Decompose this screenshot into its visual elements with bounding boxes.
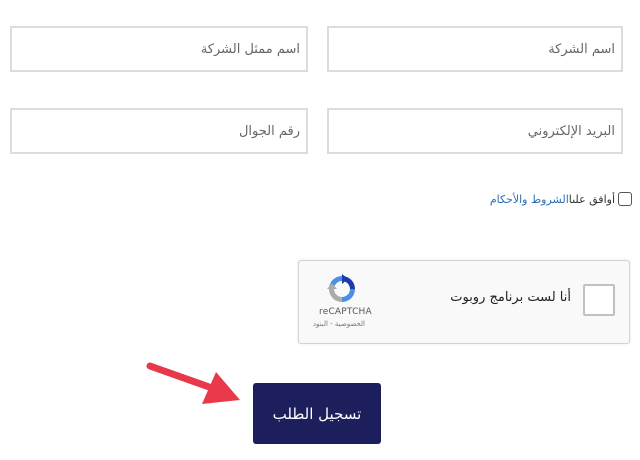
recaptcha-logo-icon — [327, 274, 355, 302]
email-input[interactable] — [327, 108, 623, 154]
recaptcha-checkbox[interactable] — [583, 284, 615, 316]
terms-agreement: أوافق علىا الشروط والأحكام — [490, 192, 632, 206]
company-name-input[interactable] — [327, 26, 623, 72]
recaptcha-widget: أنا لست برنامج روبوت reCAPTCHA الخصوصية … — [298, 260, 630, 344]
terms-label: أوافق علىا — [568, 192, 615, 206]
recaptcha-brand: reCAPTCHA — [319, 307, 372, 317]
recaptcha-label: أنا لست برنامج روبوت — [450, 290, 571, 305]
arrow-right-icon — [146, 362, 240, 404]
recaptcha-privacy-terms-links[interactable]: الخصوصية - البنود — [313, 320, 365, 328]
recaptcha-logo: reCAPTCHA الخصوصية - البنود — [313, 273, 372, 328]
terms-link[interactable]: الشروط والأحكام — [490, 193, 569, 206]
representative-name-input[interactable] — [10, 26, 308, 72]
mobile-input[interactable] — [10, 108, 308, 154]
terms-checkbox[interactable] — [618, 192, 632, 206]
submit-request-button[interactable]: تسجيل الطلب — [253, 383, 381, 444]
